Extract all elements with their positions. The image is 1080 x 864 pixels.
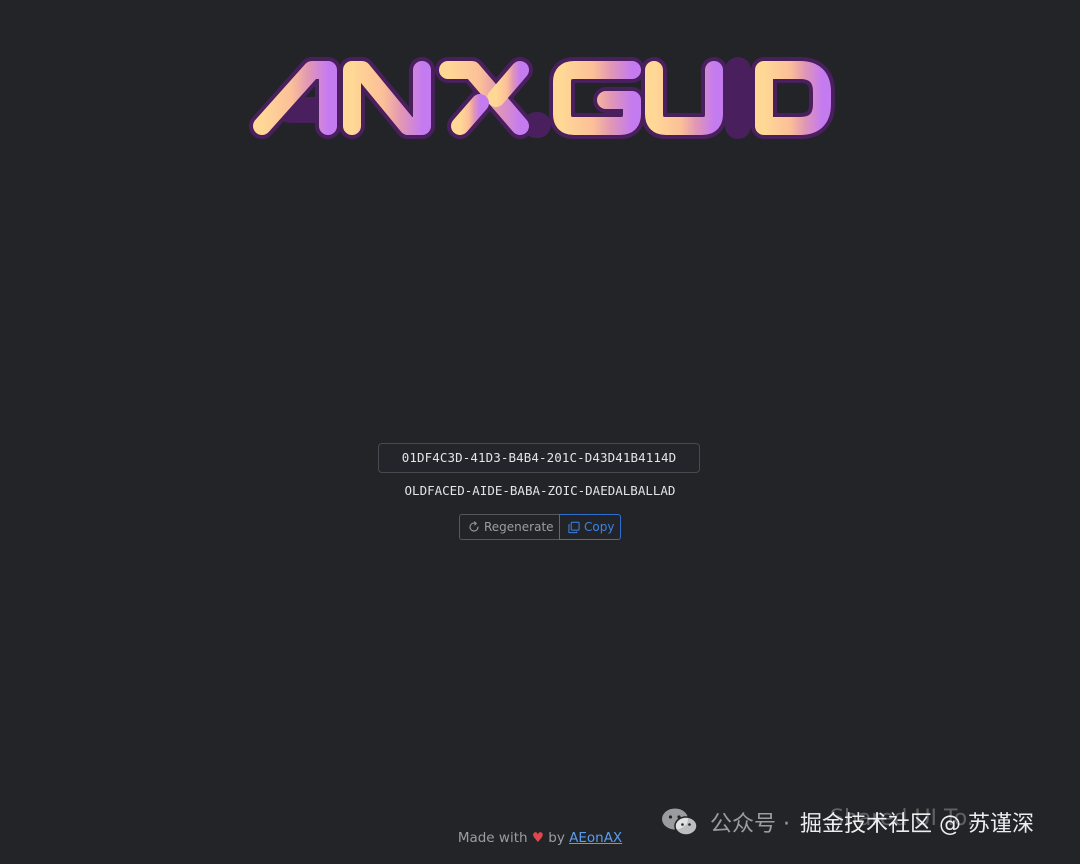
page: 01DF4C3D-41D3-B4B4-201C-D43D41B4114D OLD…	[0, 0, 1080, 864]
app-logo	[240, 48, 840, 148]
action-button-group: Regenerate Copy	[459, 514, 621, 540]
logo-graphic	[249, 57, 835, 139]
copy-label: Copy	[584, 520, 615, 534]
watermark-account: 公众号 ·	[710, 812, 790, 837]
guid-wordform: OLDFACED-AIDE-BABA-ZOIC-DAEDALBALLAD	[404, 483, 676, 498]
refresh-icon	[468, 521, 480, 533]
heart-icon: ♥	[531, 830, 544, 846]
copy-button[interactable]: Copy	[559, 514, 621, 540]
watermark: 公众号 · Shared UI To... 掘金技术社区 @ 苏谨深	[660, 802, 1034, 842]
guid-output[interactable]: 01DF4C3D-41D3-B4B4-201C-D43D41B4114D	[378, 443, 700, 473]
copy-icon	[568, 521, 580, 534]
wechat-icon	[660, 807, 700, 837]
regenerate-label: Regenerate	[484, 520, 554, 534]
logo-letters	[253, 61, 831, 135]
watermark-community: Shared UI To... 掘金技术社区 @ 苏谨深	[800, 806, 1034, 838]
regenerate-button[interactable]: Regenerate	[459, 514, 559, 540]
footer-by: by	[548, 830, 565, 846]
watermark-community-text: 掘金技术社区 @ 苏谨深	[800, 812, 1034, 837]
author-link[interactable]: AEonAX	[569, 830, 622, 846]
footer-made-with: Made with	[457, 830, 528, 846]
